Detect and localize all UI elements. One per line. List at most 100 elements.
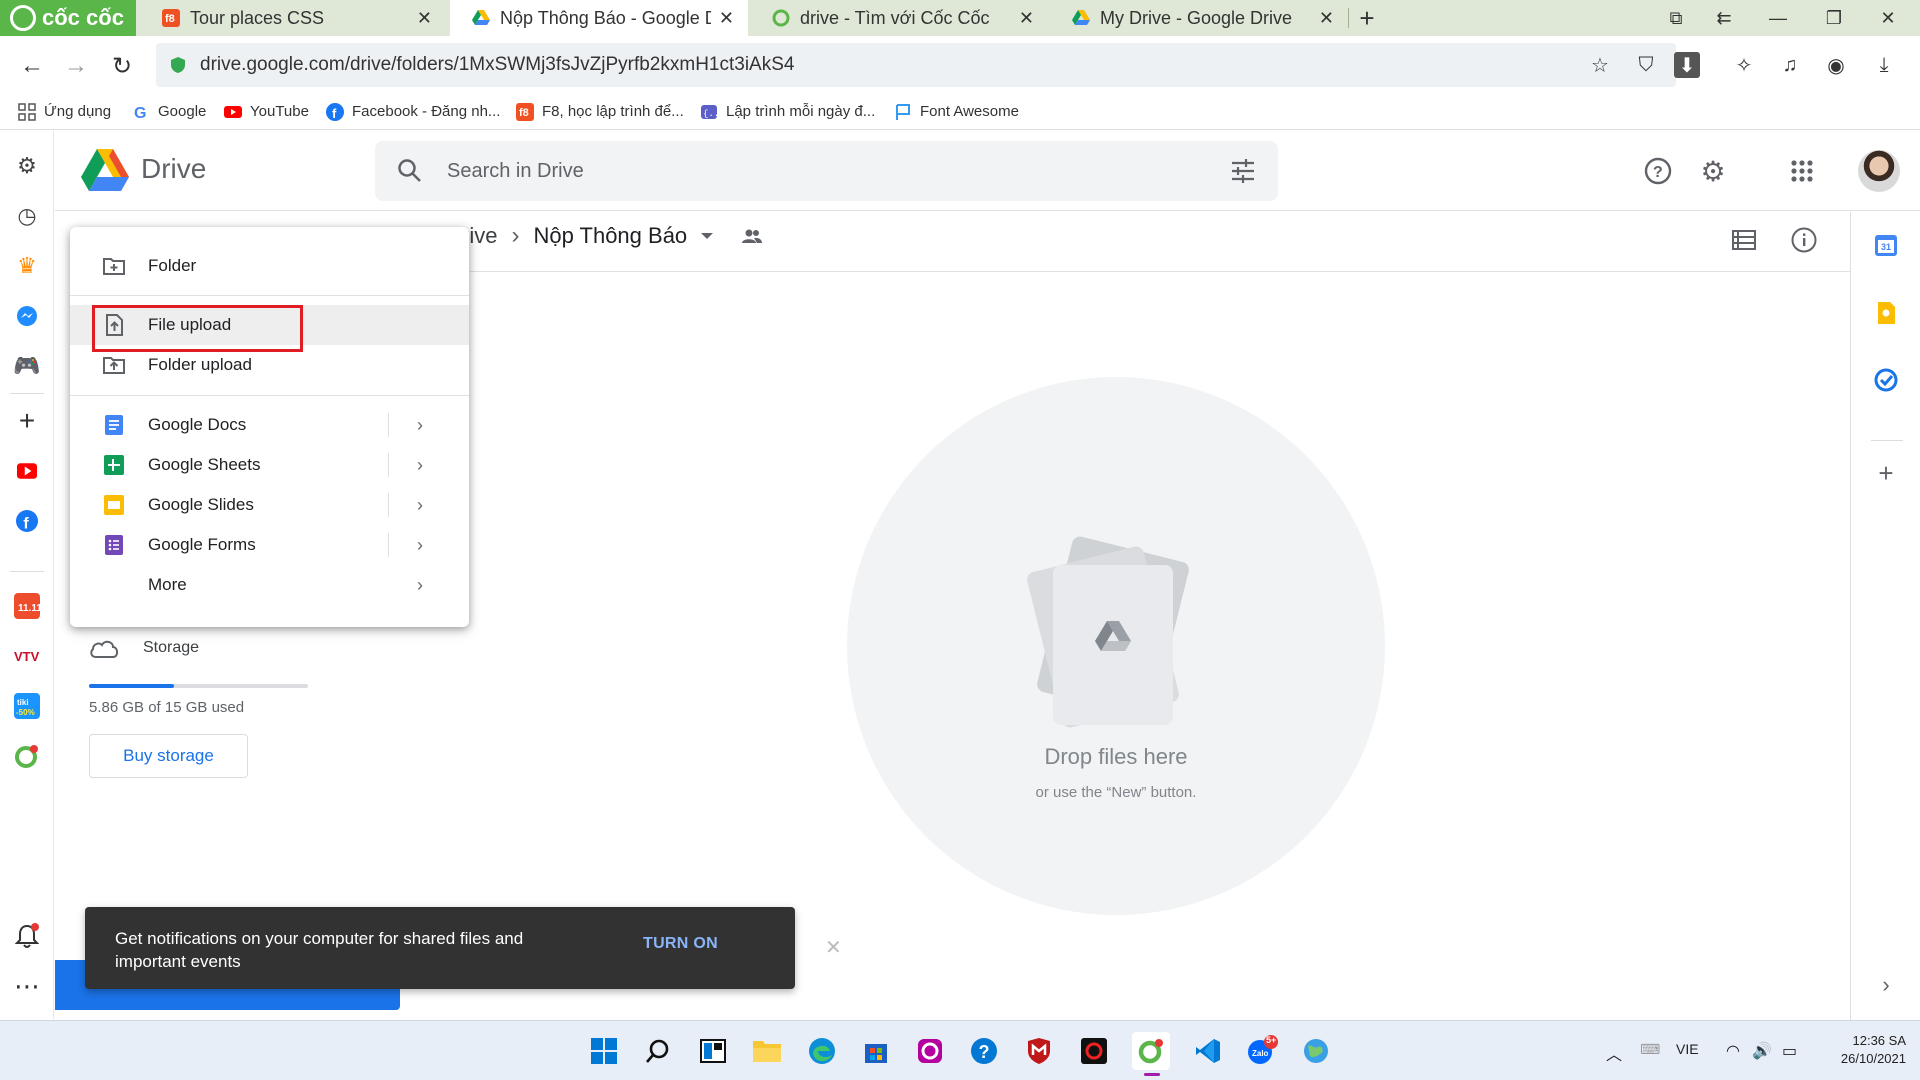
menu-item-google-slides[interactable]: Google Slides › (70, 485, 469, 525)
bookmark-star-icon[interactable]: ☆ (1584, 49, 1616, 81)
close-tab-icon[interactable]: ✕ (1319, 8, 1334, 29)
wifi-icon[interactable]: ◠ (1726, 1041, 1740, 1061)
bookmark-youtube[interactable]: YouTube (224, 103, 309, 121)
close-tab-icon[interactable]: ✕ (1019, 8, 1034, 29)
chevron-right-icon[interactable]: › (417, 455, 423, 476)
get-addons-icon[interactable]: + (1873, 458, 1899, 488)
close-tab-icon[interactable]: ✕ (719, 8, 734, 29)
downloads-icon[interactable]: ⤓ (1868, 49, 1900, 81)
tiki-icon[interactable]: tiki -50% (12, 691, 42, 721)
battery-icon[interactable]: ▭ (1782, 1041, 1797, 1061)
coccoc-icon[interactable] (12, 741, 42, 771)
buy-storage-button[interactable]: Buy storage (89, 734, 248, 778)
shopee-icon[interactable]: 11.11 (12, 591, 42, 621)
tasks-icon[interactable] (1873, 367, 1899, 393)
menu-item-file-upload[interactable]: File upload (70, 305, 469, 345)
bookmark-f8[interactable]: f8 F8, học lập trình để... (516, 102, 684, 121)
chevron-right-icon[interactable]: › (417, 575, 423, 596)
menu-item-folder-upload[interactable]: Folder upload (70, 345, 469, 385)
tab-my-drive[interactable]: My Drive - Google Drive ✕ (1050, 0, 1348, 36)
coccoc-browser-icon[interactable] (1132, 1032, 1170, 1070)
drive-title[interactable]: Drive (141, 153, 206, 185)
notification-bell-icon[interactable] (12, 921, 42, 951)
search-icon[interactable] (397, 158, 423, 184)
back-arrow-icon[interactable]: ← (12, 46, 52, 86)
settings-gear-icon[interactable]: ⚙ (12, 151, 42, 181)
chevron-right-icon[interactable]: › (417, 535, 423, 556)
download-video-icon[interactable]: ⬇ (1674, 52, 1700, 78)
bookmark-font-awesome[interactable]: Font Awesome (894, 103, 1019, 121)
app-purple-icon[interactable] (914, 1035, 946, 1067)
close-window-icon[interactable]: ✕ (1866, 0, 1910, 36)
add-panel-icon[interactable]: + (12, 405, 42, 436)
show-side-panel-icon[interactable]: › (1873, 972, 1899, 998)
close-icon[interactable]: ✕ (825, 935, 842, 960)
shield-icon[interactable]: ⛉ (1630, 49, 1662, 81)
tab-nop-thong-bao[interactable]: Nộp Thông Báo - Google Dri ✕ (450, 0, 748, 36)
chevron-right-icon[interactable]: › (417, 495, 423, 516)
drive-search-box[interactable]: Search in Drive (375, 141, 1278, 201)
back-forward-list-icon[interactable]: ⇇ (1702, 0, 1746, 36)
close-tab-icon[interactable]: ✕ (417, 8, 432, 29)
folder-menu-caret-icon[interactable] (701, 233, 714, 239)
mcafee-icon[interactable] (1023, 1035, 1055, 1067)
facebook-icon[interactable]: f (12, 506, 42, 536)
minimize-icon[interactable]: — (1756, 0, 1800, 36)
drop-zone[interactable] (847, 377, 1385, 915)
pen-ime-icon[interactable]: ⌨ (1640, 1041, 1660, 1058)
tab-drive-search[interactable]: drive - Tìm với Cốc Cốc ✕ (750, 0, 1048, 36)
info-icon[interactable] (1788, 224, 1820, 256)
vtv-icon[interactable]: VTV (12, 641, 42, 671)
menu-item-more[interactable]: More › (70, 565, 469, 605)
vscode-icon[interactable] (1192, 1035, 1224, 1067)
globe-app-icon[interactable] (1300, 1035, 1332, 1067)
search-tabs-icon[interactable]: ⧉ (1654, 0, 1698, 36)
language-indicator[interactable]: VIE (1676, 1041, 1699, 1057)
edge-icon[interactable] (806, 1035, 838, 1067)
help-icon[interactable]: ? (1640, 153, 1676, 189)
bookmark-apps[interactable]: Ứng dụng (18, 102, 111, 121)
list-view-icon[interactable] (1728, 224, 1760, 256)
crown-icon[interactable]: ♛ (12, 251, 42, 281)
turn-on-notifications-button[interactable]: TURN ON (643, 935, 718, 953)
extensions-puzzle-icon[interactable]: ✧ (1728, 49, 1760, 81)
calendar-icon[interactable]: 31 (1873, 232, 1899, 258)
get-help-icon[interactable]: ? (968, 1035, 1000, 1067)
menu-item-google-sheets[interactable]: Google Sheets › (70, 445, 469, 485)
show-hidden-icons-chevron[interactable]: ︿ (1606, 1041, 1622, 1065)
history-icon[interactable]: ◷ (12, 201, 42, 231)
google-drive-logo-icon[interactable] (81, 149, 129, 191)
task-view-icon[interactable] (697, 1035, 729, 1067)
messenger-icon[interactable] (12, 301, 42, 331)
windows-start-icon[interactable] (588, 1035, 620, 1067)
google-apps-icon[interactable] (1784, 153, 1820, 189)
search-options-icon[interactable] (1230, 158, 1256, 184)
storage-label[interactable]: Storage (143, 639, 199, 657)
menu-item-google-forms[interactable]: Google Forms › (70, 525, 469, 565)
account-avatar[interactable] (1858, 150, 1900, 192)
system-clock[interactable]: 12:36 SA 26/10/2021 (1816, 1032, 1906, 1068)
forward-arrow-icon[interactable]: → (56, 46, 96, 86)
garena-icon[interactable] (1078, 1035, 1110, 1067)
bookmark-google[interactable]: G Google (132, 103, 206, 121)
settings-icon[interactable]: ⚙ (1695, 153, 1731, 189)
menu-item-google-docs[interactable]: Google Docs › (70, 405, 469, 445)
volume-icon[interactable]: 🔊 (1752, 1041, 1772, 1061)
profile-icon[interactable]: ◉ (1820, 49, 1852, 81)
zalo-icon[interactable]: Zalo 5+ (1246, 1035, 1278, 1067)
new-tab-button[interactable]: + (1352, 0, 1382, 36)
more-dots-icon[interactable]: ⋯ (12, 971, 42, 1001)
bookmark-lap-trinh[interactable]: {..} Lập trình mỗi ngày đ... (700, 103, 875, 121)
chevron-right-icon[interactable]: › (417, 415, 423, 436)
youtube-icon[interactable] (12, 456, 42, 486)
microsoft-store-icon[interactable] (860, 1035, 892, 1067)
gamepad-icon[interactable]: 🎮 (12, 351, 42, 381)
music-list-icon[interactable]: ♫ (1774, 49, 1806, 81)
reload-icon[interactable]: ↻ (102, 46, 142, 86)
menu-item-folder[interactable]: Folder (70, 246, 469, 286)
tab-tour-places[interactable]: f8 Tour places CSS ✕ (140, 0, 446, 36)
restore-icon[interactable]: ❐ (1812, 0, 1856, 36)
keep-icon[interactable] (1873, 300, 1899, 326)
file-explorer-icon[interactable] (751, 1035, 783, 1067)
coccoc-logo[interactable]: cốc cốc (0, 0, 136, 36)
